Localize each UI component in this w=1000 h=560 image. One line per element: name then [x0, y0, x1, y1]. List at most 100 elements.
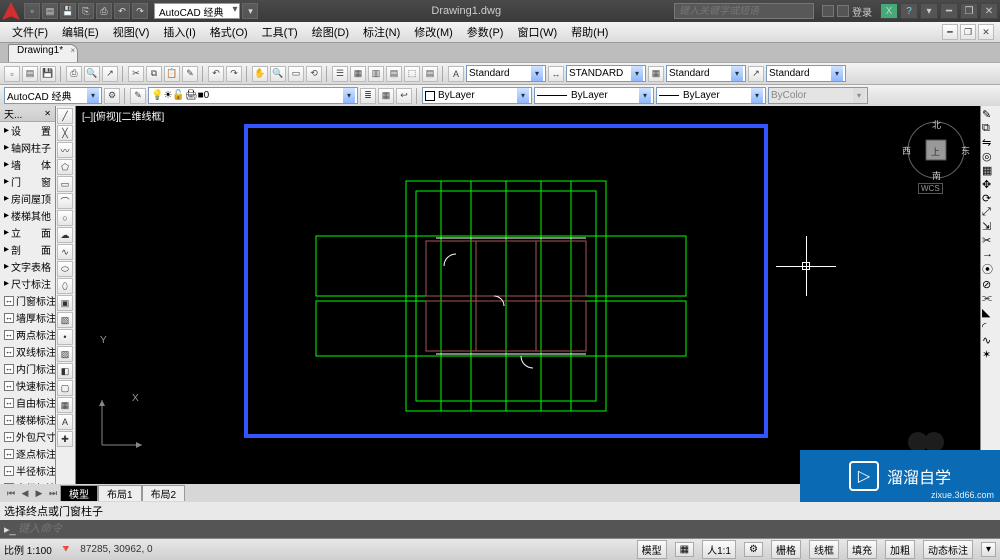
- break-point-icon[interactable]: ⦿: [982, 261, 999, 277]
- status-scale-button[interactable]: 人1:1: [702, 540, 736, 559]
- preview-icon[interactable]: 🔍: [84, 66, 100, 82]
- app-icon[interactable]: [2, 2, 20, 20]
- dc-icon[interactable]: ▦: [350, 66, 366, 82]
- offset-icon[interactable]: ◎: [982, 150, 999, 163]
- exchange-icon[interactable]: X: [880, 3, 898, 19]
- fillet-icon[interactable]: ◜: [982, 320, 999, 333]
- save-icon[interactable]: 💾: [40, 66, 56, 82]
- left-panel-item[interactable]: ↔门窗标注: [0, 292, 55, 309]
- move-icon[interactable]: ✥: [982, 178, 999, 191]
- menu-edit[interactable]: 编辑(E): [56, 24, 105, 40]
- pline-icon[interactable]: 〰: [57, 142, 73, 158]
- lineweight-combo[interactable]: ByLayer▾: [656, 87, 766, 104]
- zoom-realtime-icon[interactable]: 🔍: [270, 66, 286, 82]
- quickcalc-icon[interactable]: ▤: [422, 66, 438, 82]
- left-panel-item[interactable]: ▸文字表格: [0, 258, 55, 275]
- pan-icon[interactable]: ✋: [252, 66, 268, 82]
- open-icon[interactable]: ▤: [22, 66, 38, 82]
- qat-more-icon[interactable]: ▾: [242, 3, 258, 19]
- chamfer-icon[interactable]: ◣: [982, 306, 999, 319]
- break-icon[interactable]: ⊘: [982, 278, 999, 291]
- left-panel-item[interactable]: ▸墙 体: [0, 156, 55, 173]
- dimstyle-icon[interactable]: ↔: [548, 66, 564, 82]
- mdi-close-icon[interactable]: ✕: [978, 24, 994, 40]
- redo-icon[interactable]: ↷: [226, 66, 242, 82]
- restore-button[interactable]: ❐: [960, 3, 978, 19]
- tab-prev-icon[interactable]: ◀: [18, 488, 32, 499]
- mirror-icon[interactable]: ⇋: [982, 136, 999, 149]
- qat-new-icon[interactable]: ▫: [24, 3, 40, 19]
- zoom-prev-icon[interactable]: ⟲: [306, 66, 322, 82]
- gradient-icon[interactable]: ◧: [57, 363, 73, 379]
- explode-icon[interactable]: ✶: [982, 348, 999, 361]
- qat-undo-icon[interactable]: ↶: [114, 3, 130, 19]
- left-panel-item[interactable]: ▸轴网柱子: [0, 139, 55, 156]
- stretch-icon[interactable]: ⇲: [982, 220, 999, 233]
- trim-icon[interactable]: ✂: [982, 234, 999, 247]
- status-anno-icon[interactable]: ⚙: [744, 542, 763, 557]
- pin-icon[interactable]: ✕: [44, 109, 51, 118]
- minimize-button[interactable]: ━: [940, 3, 958, 19]
- text-style-combo[interactable]: Standard▾: [466, 65, 546, 82]
- layer-states-icon[interactable]: ≣: [360, 88, 376, 104]
- paste-icon[interactable]: 📋: [164, 66, 180, 82]
- menu-window[interactable]: 窗口(W): [511, 24, 563, 40]
- command-prompt[interactable]: ▸_: [0, 520, 1000, 538]
- line-icon[interactable]: ╱: [57, 108, 73, 124]
- rect-icon[interactable]: ▭: [57, 176, 73, 192]
- status-a4[interactable]: 加粗: [885, 540, 915, 559]
- menu-insert[interactable]: 插入(I): [157, 24, 201, 40]
- tab-model[interactable]: 模型: [60, 485, 98, 501]
- help-icon[interactable]: ?: [900, 3, 918, 19]
- point-icon[interactable]: •: [57, 329, 73, 345]
- ellipse-arc-icon[interactable]: ⬯: [57, 278, 73, 294]
- status-scale[interactable]: 比例 1:100: [4, 542, 52, 557]
- match-icon[interactable]: ✎: [182, 66, 198, 82]
- qat-redo-icon[interactable]: ↷: [132, 3, 148, 19]
- make-block-icon[interactable]: ▧: [57, 312, 73, 328]
- dim-style-combo[interactable]: STANDARD▾: [566, 65, 646, 82]
- status-a3[interactable]: 填充: [847, 540, 877, 559]
- menu-dimension[interactable]: 标注(N): [357, 24, 406, 40]
- tab-layout2[interactable]: 布局2: [142, 485, 186, 501]
- properties-icon[interactable]: ☰: [332, 66, 348, 82]
- menu-view[interactable]: 视图(V): [107, 24, 156, 40]
- layer-prev-icon[interactable]: ↩: [396, 88, 412, 104]
- undo-icon[interactable]: ↶: [208, 66, 224, 82]
- markup-icon[interactable]: ⬚: [404, 66, 420, 82]
- workspace-selector[interactable]: AutoCAD 经典: [154, 3, 240, 19]
- left-panel-item[interactable]: ▸剖 面: [0, 241, 55, 258]
- status-a5[interactable]: 动态标注: [923, 540, 973, 559]
- tool-palettes-icon[interactable]: ▥: [368, 66, 384, 82]
- xline-icon[interactable]: ╳: [57, 125, 73, 141]
- left-panel-item[interactable]: ▸楼梯其他: [0, 207, 55, 224]
- workspace-settings-icon[interactable]: ⚙: [104, 88, 120, 104]
- menu-parametric[interactable]: 参数(P): [461, 24, 510, 40]
- menu-modify[interactable]: 修改(M): [408, 24, 459, 40]
- status-tray-icon[interactable]: ▾: [981, 542, 996, 557]
- layer-iso-icon[interactable]: ▦: [378, 88, 394, 104]
- mtext-icon[interactable]: A: [57, 414, 73, 430]
- erase-icon[interactable]: ✎: [982, 108, 999, 121]
- layer-manager-icon[interactable]: ✎: [130, 88, 146, 104]
- left-panel-item[interactable]: ▸房间屋顶: [0, 190, 55, 207]
- drawing-canvas[interactable]: [–][俯视][二维线框]: [76, 106, 980, 484]
- qat-print-icon[interactable]: ⎙: [96, 3, 112, 19]
- menu-help[interactable]: 帮助(H): [565, 24, 614, 40]
- join-icon[interactable]: ⫘: [982, 292, 999, 305]
- blend-icon[interactable]: ∿: [982, 334, 999, 347]
- extend-icon[interactable]: →: [982, 248, 999, 260]
- qat-saveas-icon[interactable]: ⎘: [78, 3, 94, 19]
- cut-icon[interactable]: ✂: [128, 66, 144, 82]
- insert-block-icon[interactable]: ▣: [57, 295, 73, 311]
- tab-layout1[interactable]: 布局1: [98, 485, 142, 501]
- status-a2[interactable]: 线框: [809, 540, 839, 559]
- copy-icon[interactable]: ⧉: [146, 66, 162, 82]
- mdi-restore-icon[interactable]: ❐: [960, 24, 976, 40]
- linetype-combo[interactable]: ByLayer▾: [534, 87, 654, 104]
- menu-file[interactable]: 文件(F): [6, 24, 54, 40]
- workspace-combo[interactable]: AutoCAD 经典▾: [4, 87, 102, 104]
- menu-format[interactable]: 格式(O): [204, 24, 254, 40]
- table-style-combo[interactable]: Standard▾: [666, 65, 746, 82]
- document-tab[interactable]: Drawing1* ×: [8, 44, 78, 62]
